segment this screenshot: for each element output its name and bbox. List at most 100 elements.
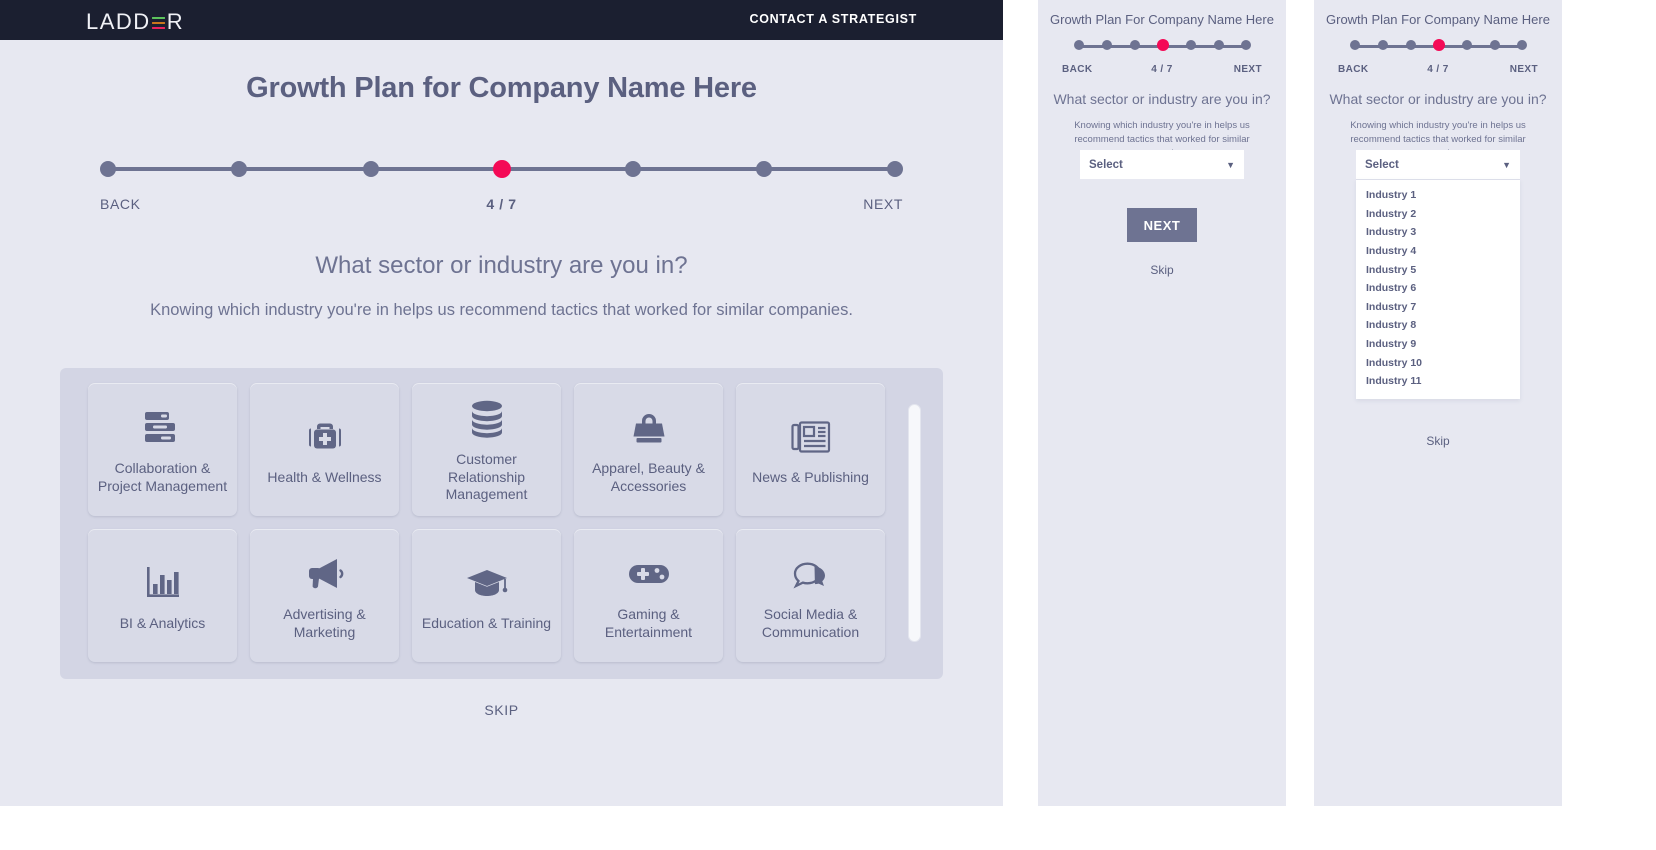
graduation-cap-icon (465, 559, 509, 607)
ladder-logo[interactable]: LADD R (86, 9, 184, 35)
screenshot-stage: LADD R CONTACT A STRATEGIST Growth Plan … (0, 0, 1656, 850)
mobile-preview-panel-collapsed: Growth Plan For Company Name Here BACK 4… (1038, 0, 1286, 806)
industry-option[interactable]: Industry 11 (1356, 372, 1520, 391)
logo-e-bars-icon (151, 15, 165, 32)
mobile-stepper-dot-3[interactable] (1130, 40, 1140, 50)
mobile-stepper-dot-6[interactable] (1490, 40, 1500, 50)
mobile-skip-link[interactable]: Skip (1314, 434, 1562, 448)
mobile-stepper-dot-7[interactable] (1517, 40, 1527, 50)
industry-card-label: Health & Wellness (267, 468, 382, 485)
mobile-next-button[interactable]: NEXT (1510, 64, 1538, 75)
mobile-stepper-dot-1[interactable] (1074, 40, 1084, 50)
stepper-dot-5[interactable] (625, 161, 641, 177)
industry-card-advertising-marketing[interactable]: Advertising & Marketing (250, 529, 399, 662)
industry-card-apparel-beauty-accessories[interactable]: Apparel, Beauty & Accessories (574, 383, 723, 516)
cards-scrollbar-thumb[interactable] (908, 404, 921, 642)
mobile-step-counter: 4 / 7 (1151, 64, 1173, 75)
chevron-down-icon: ▼ (1502, 159, 1511, 170)
stepper-labels: BACK 4 / 7 NEXT (100, 196, 903, 216)
industry-card-collaboration-project-management[interactable]: Collaboration & Project Management (88, 383, 237, 516)
logo-text-ladd: LADD (86, 9, 151, 34)
industry-option[interactable]: Industry 7 (1356, 298, 1520, 317)
back-button[interactable]: BACK (100, 196, 141, 212)
industry-card-bi-analytics[interactable]: BI & Analytics (88, 529, 237, 662)
industry-cards-panel: Collaboration & Project Management Healt… (60, 368, 943, 679)
mobile-stepper-dot-6[interactable] (1214, 40, 1224, 50)
mobile-page-title: Growth Plan For Company Name Here (1050, 12, 1274, 27)
stepper-dot-1[interactable] (100, 161, 116, 177)
contact-strategist-link[interactable]: CONTACT A STRATEGIST (750, 12, 917, 26)
next-button[interactable]: NEXT (863, 196, 903, 212)
bar-chart-icon (144, 559, 182, 607)
logo-text-r: R (166, 9, 185, 34)
stepper-dot-2[interactable] (231, 161, 247, 177)
top-navbar: LADD R CONTACT A STRATEGIST (0, 0, 1003, 40)
industry-select-value: Select (1089, 158, 1123, 171)
mobile-back-button[interactable]: BACK (1338, 64, 1369, 75)
industry-card-education-training[interactable]: Education & Training (412, 529, 561, 662)
industry-select-value: Select (1365, 158, 1399, 171)
industry-card-health-wellness[interactable]: Health & Wellness (250, 383, 399, 516)
mobile-stepper-dot-5[interactable] (1462, 40, 1472, 50)
speech-bubbles-icon (790, 550, 832, 598)
industry-option[interactable]: Industry 5 (1356, 260, 1520, 279)
industry-card-social-media-communication[interactable]: Social Media & Communication (736, 529, 885, 662)
mobile-stepper-dot-5[interactable] (1186, 40, 1196, 50)
industry-card-gaming-entertainment[interactable]: Gaming & Entertainment (574, 529, 723, 662)
mobile-progress-stepper: BACK 4 / 7 NEXT (1338, 39, 1538, 78)
industry-option[interactable]: Industry 2 (1356, 205, 1520, 224)
stepper-dot-7[interactable] (887, 161, 903, 177)
industry-card-label: Education & Training (421, 614, 552, 631)
stepper-dot-3[interactable] (363, 161, 379, 177)
page-title: Growth Plan for Company Name Here (246, 72, 757, 104)
mobile-next-cta-button[interactable]: NEXT (1127, 208, 1197, 242)
mobile-stepper-dot-1[interactable] (1350, 40, 1360, 50)
mobile-page-title: Growth Plan For Company Name Here (1326, 12, 1550, 27)
mobile-stepper-dot-7[interactable] (1241, 40, 1251, 50)
industry-option[interactable]: Industry 8 (1356, 316, 1520, 335)
megaphone-icon (304, 550, 346, 598)
industry-option[interactable]: Industry 1 (1356, 186, 1520, 205)
mobile-stepper-dot-4-active[interactable] (1157, 39, 1169, 51)
mobile-stepper-labels: BACK 4 / 7 NEXT (1338, 64, 1538, 78)
industry-option[interactable]: Industry 6 (1356, 279, 1520, 298)
mobile-stepper-dot-2[interactable] (1378, 40, 1388, 50)
stepper-dot-6[interactable] (756, 161, 772, 177)
industry-card-label: News & Publishing (752, 468, 869, 485)
industry-card-news-publishing[interactable]: News & Publishing (736, 383, 885, 516)
industry-option[interactable]: Industry 10 (1356, 353, 1520, 372)
medical-bag-icon (306, 413, 344, 461)
industry-select-dropdown[interactable]: Select ▼ (1080, 150, 1244, 179)
industry-select-dropdown-open[interactable]: Select ▼ (1356, 150, 1520, 179)
question-subtext: Knowing which industry you're in helps u… (150, 301, 853, 319)
mobile-question-heading: What sector or industry are you in? (1329, 91, 1547, 107)
gamepad-icon (627, 550, 671, 598)
question-heading: What sector or industry are you in? (315, 252, 688, 279)
mobile-next-button[interactable]: NEXT (1234, 64, 1262, 75)
industry-option[interactable]: Industry 3 (1356, 223, 1520, 242)
cards-scrollbar[interactable] (908, 404, 921, 642)
progress-stepper: BACK 4 / 7 NEXT (100, 158, 903, 216)
industry-card-customer-relationship-management[interactable]: Customer Relationship Management (412, 383, 561, 516)
industry-option[interactable]: Industry 4 (1356, 242, 1520, 261)
industry-card-label: Apparel, Beauty & Accessories (592, 459, 705, 494)
newspaper-icon (790, 413, 832, 461)
industry-option[interactable]: Industry 9 (1356, 335, 1520, 354)
mobile-stepper-labels: BACK 4 / 7 NEXT (1062, 64, 1262, 78)
step-counter: 4 / 7 (486, 196, 517, 212)
industry-card-label: Social Media & Communication (761, 605, 860, 640)
skip-link[interactable]: SKIP (0, 702, 1003, 718)
desktop-preview-panel: LADD R CONTACT A STRATEGIST Growth Plan … (0, 0, 1003, 806)
mobile-stepper-dot-4-active[interactable] (1433, 39, 1445, 51)
chevron-down-icon: ▼ (1226, 159, 1235, 170)
mobile-stepper-track (1074, 39, 1251, 52)
industry-card-label: BI & Analytics (119, 614, 206, 631)
industry-card-label: Advertising & Marketing (283, 605, 366, 640)
mobile-back-button[interactable]: BACK (1062, 64, 1093, 75)
mobile-skip-link[interactable]: Skip (1038, 263, 1286, 277)
mobile-stepper-dot-2[interactable] (1102, 40, 1112, 50)
stepper-dot-4-active[interactable] (493, 160, 511, 178)
industry-card-label: Gaming & Entertainment (604, 605, 693, 640)
mobile-stepper-dot-3[interactable] (1406, 40, 1416, 50)
industry-cards-grid: Collaboration & Project Management Healt… (88, 383, 928, 662)
